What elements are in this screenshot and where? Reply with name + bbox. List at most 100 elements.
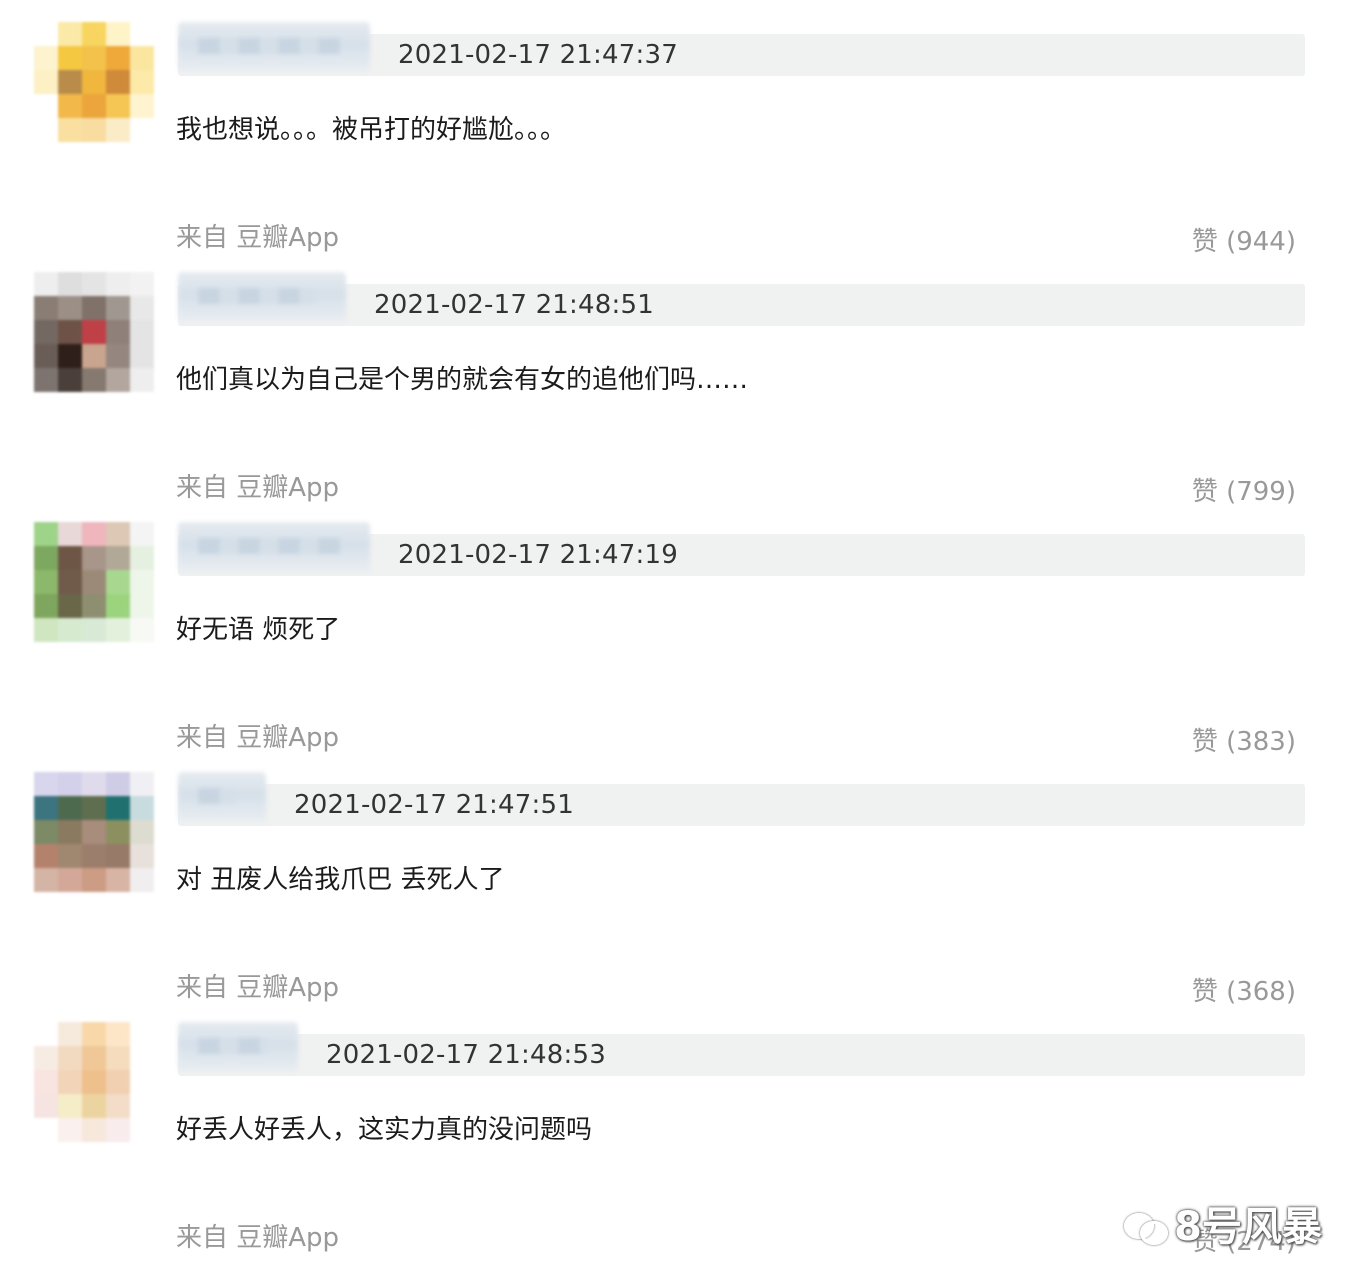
- avatar-pixel: [82, 368, 106, 392]
- avatar-pixel: [130, 94, 154, 118]
- watermark: 8号风暴: [1124, 1204, 1322, 1250]
- avatar-pixel: [34, 344, 58, 368]
- user-avatar[interactable]: [34, 772, 154, 892]
- avatar-pixel: [58, 344, 82, 368]
- avatar-pixel: [106, 618, 130, 642]
- avatar-pixel: [34, 272, 58, 296]
- avatar-pixel: [130, 296, 154, 320]
- comment-timestamp: 2021-02-17 21:47:51: [294, 790, 574, 820]
- user-avatar[interactable]: [34, 1022, 154, 1142]
- avatar-pixel: [82, 1022, 106, 1046]
- avatar-pixel: [130, 70, 154, 94]
- avatar-pixel: [106, 570, 130, 594]
- avatar-pixel: [58, 570, 82, 594]
- avatar-pixel: [58, 820, 82, 844]
- avatar-pixel: [34, 320, 58, 344]
- username-blurred[interactable]: [178, 1022, 298, 1072]
- avatar-pixel: [58, 368, 82, 392]
- avatar-pixel: [58, 868, 82, 892]
- comment-item: 2021-02-17 21:47:37 我也想说。。。被吊打的好尴尬。。。 来自…: [0, 0, 1348, 257]
- avatar-pixel: [106, 320, 130, 344]
- avatar-pixel: [82, 46, 106, 70]
- comment-text: 对 丑废人给我爪巴 丢死人了: [176, 865, 505, 895]
- avatar-pixel: [58, 522, 82, 546]
- avatar-pixel: [82, 272, 106, 296]
- avatar-pixel: [58, 1070, 82, 1094]
- avatar-pixel: [58, 1118, 82, 1142]
- avatar-pixel: [58, 94, 82, 118]
- avatar-pixel: [34, 796, 58, 820]
- avatar-pixel: [130, 118, 154, 142]
- avatar-pixel: [130, 772, 154, 796]
- avatar-pixel: [34, 296, 58, 320]
- avatar-pixel: [130, 868, 154, 892]
- avatar-pixel: [130, 844, 154, 868]
- avatar-pixel: [106, 844, 130, 868]
- avatar-pixel: [130, 618, 154, 642]
- avatar-pixel: [106, 796, 130, 820]
- username-blurred[interactable]: [178, 272, 346, 322]
- avatar-pixel: [58, 594, 82, 618]
- avatar-pixel: [106, 94, 130, 118]
- avatar-pixel: [130, 796, 154, 820]
- avatar-pixel: [130, 1094, 154, 1118]
- avatar-pixel: [106, 868, 130, 892]
- avatar-pixel: [130, 1070, 154, 1094]
- avatar-pixel: [82, 1070, 106, 1094]
- wechat-icon: [1124, 1209, 1169, 1245]
- avatar-pixel: [34, 1022, 58, 1046]
- avatar-pixel: [106, 22, 130, 46]
- avatar-pixel: [34, 522, 58, 546]
- avatar-pixel: [34, 118, 58, 142]
- avatar-pixel: [106, 594, 130, 618]
- avatar-pixel: [106, 368, 130, 392]
- avatar-pixel: [106, 1022, 130, 1046]
- comment-timestamp: 2021-02-17 21:48:51: [374, 290, 654, 320]
- avatar-pixel: [130, 368, 154, 392]
- avatar-pixel: [82, 570, 106, 594]
- avatar-pixel: [58, 70, 82, 94]
- avatar-pixel: [130, 570, 154, 594]
- user-avatar[interactable]: [34, 272, 154, 392]
- avatar-pixel: [82, 820, 106, 844]
- avatar-pixel: [106, 1070, 130, 1094]
- avatar-pixel: [106, 772, 130, 796]
- avatar-pixel: [34, 618, 58, 642]
- comment-text: 他们真以为自己是个男的就会有女的追他们吗……: [176, 365, 749, 395]
- avatar-pixel: [34, 368, 58, 392]
- avatar-pixel: [130, 320, 154, 344]
- avatar-pixel: [58, 1094, 82, 1118]
- avatar-pixel: [58, 618, 82, 642]
- avatar-pixel: [82, 1094, 106, 1118]
- avatar-pixel: [34, 1046, 58, 1070]
- avatar-pixel: [82, 868, 106, 892]
- avatar-pixel: [106, 344, 130, 368]
- comment-source: 来自 豆瓣App: [176, 1223, 340, 1253]
- avatar-pixel: [58, 1022, 82, 1046]
- username-blurred[interactable]: [178, 522, 370, 572]
- avatar-pixel: [106, 70, 130, 94]
- avatar-pixel: [34, 70, 58, 94]
- avatar-pixel: [58, 796, 82, 820]
- comment-item: 2021-02-17 21:47:19 好无语 烦死了 来自 豆瓣App 赞 (…: [0, 500, 1348, 757]
- user-avatar[interactable]: [34, 22, 154, 142]
- user-avatar[interactable]: [34, 522, 154, 642]
- avatar-pixel: [106, 296, 130, 320]
- avatar-pixel: [82, 22, 106, 46]
- avatar-pixel: [58, 118, 82, 142]
- avatar-pixel: [82, 546, 106, 570]
- comment-header-bar: [178, 284, 1305, 326]
- username-blurred[interactable]: [178, 22, 370, 72]
- avatar-pixel: [58, 272, 82, 296]
- avatar-pixel: [34, 546, 58, 570]
- avatar-pixel: [58, 22, 82, 46]
- avatar-pixel: [58, 844, 82, 868]
- avatar-pixel: [82, 522, 106, 546]
- avatar-pixel: [58, 296, 82, 320]
- username-blurred[interactable]: [178, 772, 266, 822]
- avatar-pixel: [130, 272, 154, 296]
- avatar-pixel: [34, 772, 58, 796]
- avatar-pixel: [106, 820, 130, 844]
- comment-text: 好无语 烦死了: [176, 615, 341, 645]
- avatar-pixel: [34, 1118, 58, 1142]
